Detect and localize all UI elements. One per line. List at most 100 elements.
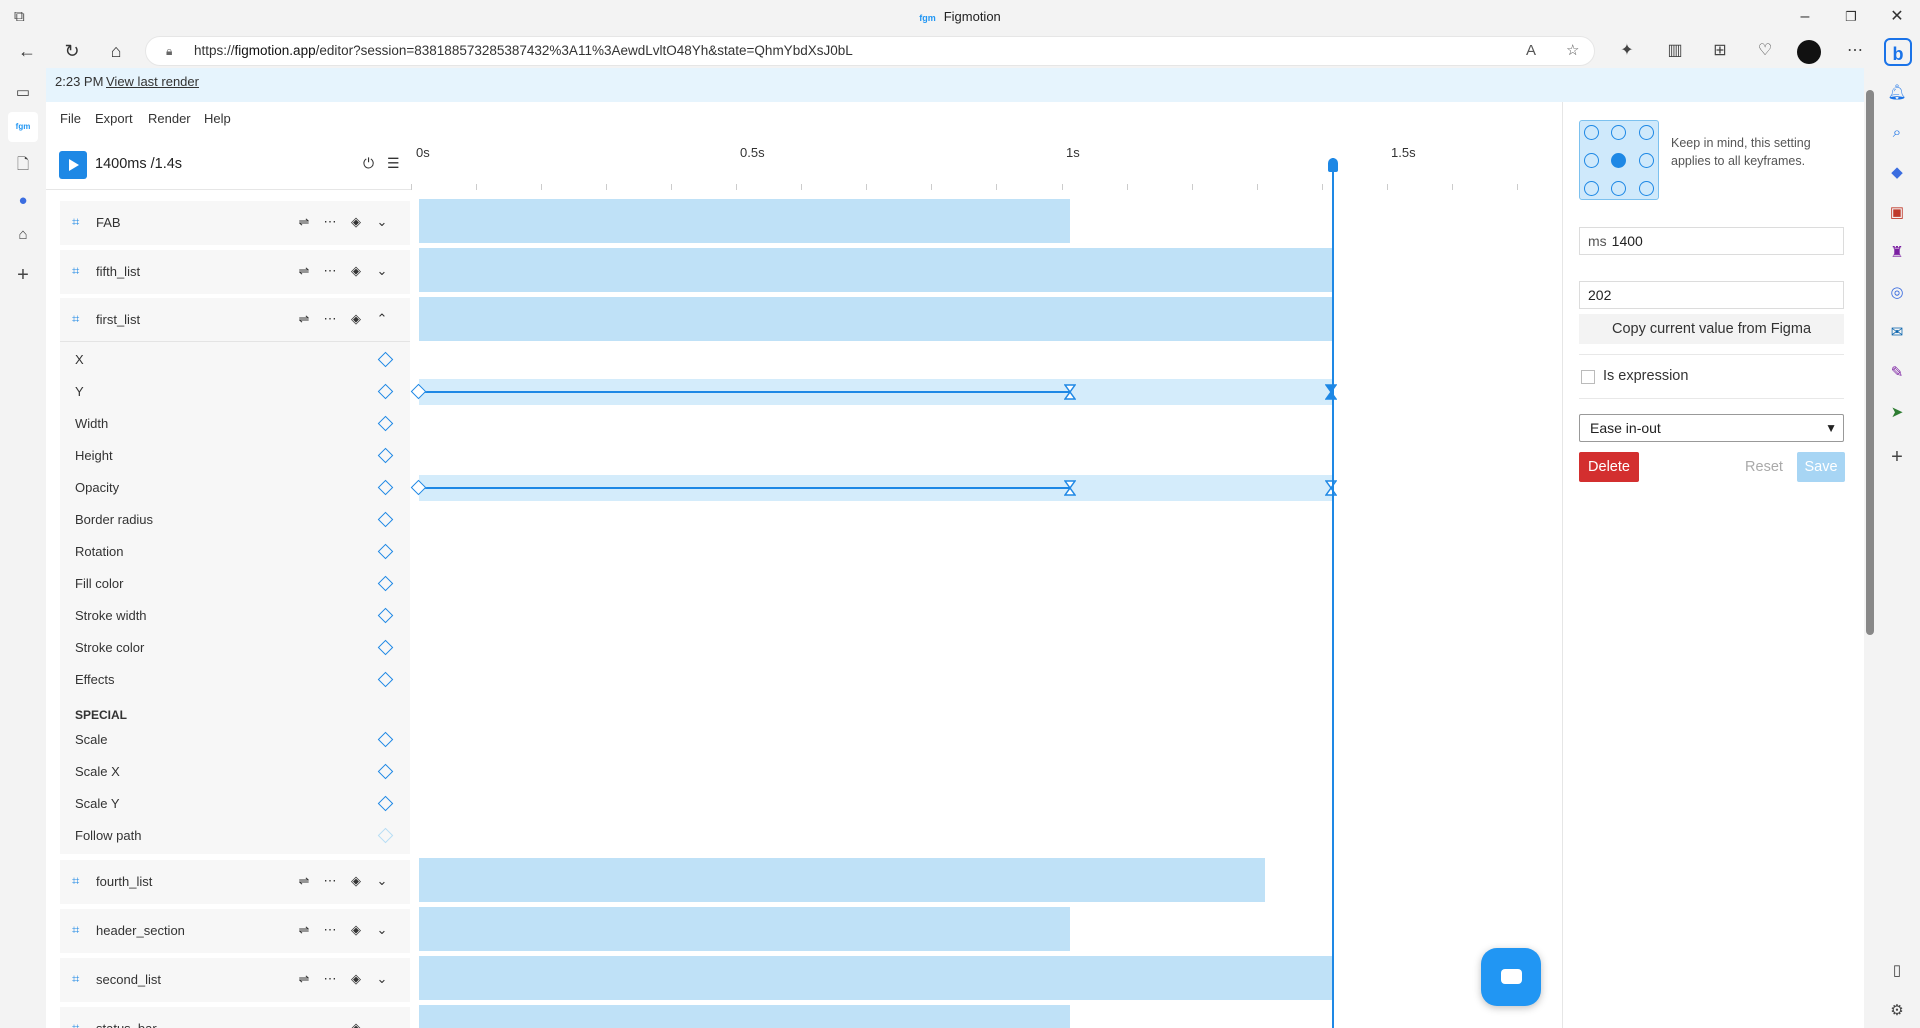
figmotion-tab-icon[interactable]: fgm	[8, 112, 38, 142]
layers-icon[interactable]: ◈	[348, 311, 364, 327]
timeline-ruler[interactable]: 0s 0.5s 1s 1.5s	[411, 136, 1562, 190]
sliders-icon[interactable]: ⇌	[296, 214, 312, 230]
designer-icon[interactable]: ✎	[1882, 358, 1912, 388]
minimize-button[interactable]: –	[1782, 0, 1828, 34]
layers-icon[interactable]: ◈	[348, 922, 364, 938]
transition-line-opacity[interactable]	[419, 487, 1070, 489]
property-row-border-radius[interactable]: Border radius	[60, 504, 410, 536]
is-expression-checkbox[interactable]	[1581, 370, 1595, 384]
layers-icon[interactable]: ◈	[348, 873, 364, 889]
layers-icon[interactable]: ◈	[348, 263, 364, 279]
property-row-follow-path[interactable]: Follow path	[60, 820, 410, 852]
timeline-bar-second-list[interactable]	[419, 956, 1332, 1000]
origin-dot-center[interactable]	[1611, 153, 1626, 168]
add-sidebar-icon[interactable]: +	[8, 260, 38, 290]
more-dots-icon[interactable]: ⋯	[322, 873, 338, 889]
keyframe-diamond-icon[interactable]	[377, 763, 394, 780]
layer-row-fourth-list[interactable]: ⌗ fourth_list ⇌ ⋯ ◈ ⌄	[60, 860, 410, 904]
timeline-bar-first-list[interactable]	[419, 297, 1332, 341]
keyframe-diamond-icon[interactable]	[377, 479, 394, 496]
more-dots-icon[interactable]: ⋯	[322, 311, 338, 327]
chevron-down-icon[interactable]: ⌄	[374, 971, 390, 987]
more-dots-icon[interactable]: ⋯	[322, 214, 338, 230]
playhead-line[interactable]	[1332, 158, 1334, 1028]
keyframe-hourglass-icon[interactable]	[1064, 384, 1076, 400]
keyframe-diamond-icon[interactable]	[377, 731, 394, 748]
home-icon[interactable]: ⌂	[99, 34, 133, 68]
property-row-effects[interactable]: Effects	[60, 664, 410, 696]
keyframe-diamond-icon[interactable]	[377, 575, 394, 592]
property-row-scale[interactable]: Scale	[60, 724, 410, 756]
sliders-icon[interactable]: ⇌	[296, 263, 312, 279]
delete-button[interactable]: Delete	[1579, 452, 1639, 482]
timeline-bar-fifth-list[interactable]	[419, 248, 1332, 292]
property-row-scale-x[interactable]: Scale X	[60, 756, 410, 788]
extensions-icon[interactable]: ✦	[1612, 34, 1642, 68]
keyframe-diamond-icon[interactable]	[377, 607, 394, 624]
layer-row-first-list[interactable]: ⌗ first_list ⇌ ⋯ ◈ ⌃	[60, 298, 410, 342]
menu-render[interactable]: Render	[148, 102, 191, 136]
url-field[interactable]: 🔒︎ https://figmotion.app/editor?session=…	[145, 36, 1595, 66]
property-row-height[interactable]: Height	[60, 440, 410, 472]
read-aloud-icon[interactable]: A	[1526, 37, 1536, 65]
save-button[interactable]: Save	[1797, 452, 1845, 482]
property-row-scale-y[interactable]: Scale Y	[60, 788, 410, 820]
keyframe-diamond-icon[interactable]	[377, 795, 394, 812]
playhead-handle[interactable]	[1328, 158, 1338, 172]
layer-row-fab[interactable]: ⌗ FAB ⇌ ⋯ ◈ ⌄	[60, 201, 410, 245]
keyframe-value-input[interactable]: 202	[1579, 281, 1844, 309]
chevron-down-icon[interactable]: ⌄	[374, 873, 390, 889]
transition-line-y[interactable]	[419, 391, 1070, 393]
property-row-fill-color[interactable]: Fill color	[60, 568, 410, 600]
layer-row-fifth-list[interactable]: ⌗ fifth_list ⇌ ⋯ ◈ ⌄	[60, 250, 410, 294]
sidebar-toggle-icon[interactable]: ▯	[1882, 956, 1912, 986]
property-row-y[interactable]: Y	[60, 376, 410, 408]
send-icon[interactable]: ➤	[1882, 398, 1912, 428]
keyframe-diamond-icon[interactable]	[377, 511, 394, 528]
chess-icon[interactable]: ♜	[1882, 238, 1912, 268]
chevron-down-icon[interactable]: ⌄	[374, 214, 390, 230]
easing-select[interactable]: Ease in-out ▼	[1579, 414, 1844, 442]
layer-row-second-list[interactable]: ⌗ second_list ⇌ ⋯ ◈ ⌄	[60, 958, 410, 1002]
collections-icon[interactable]: ⊞	[1705, 34, 1735, 68]
origin-dot-top-center[interactable]	[1611, 125, 1626, 140]
tag-icon[interactable]: ◆	[1882, 158, 1912, 188]
search-icon[interactable]: ⌕	[1882, 118, 1912, 148]
more-menu-icon[interactable]: ⋯	[1840, 34, 1870, 68]
timeline-bar-status-bar[interactable]	[419, 1005, 1070, 1028]
chevron-down-icon[interactable]: ⌄	[374, 263, 390, 279]
keyframe-diamond-icon[interactable]	[377, 447, 394, 464]
loop-icon[interactable]: ⏻	[363, 155, 374, 172]
origin-dot-top-right[interactable]	[1639, 125, 1654, 140]
keyframe-hourglass-icon[interactable]	[1064, 480, 1076, 496]
layer-row-status-bar[interactable]: ⌗ status_bar ◈	[60, 1007, 410, 1028]
view-last-render-link[interactable]: View last render	[106, 74, 199, 89]
sliders-icon[interactable]: ⇌	[296, 971, 312, 987]
timeline-bar-fourth-list[interactable]	[419, 858, 1265, 902]
reset-button[interactable]: Reset	[1739, 452, 1789, 482]
profile-avatar[interactable]	[1797, 40, 1821, 64]
origin-grid[interactable]	[1579, 120, 1659, 200]
refresh-icon[interactable]: ↻	[55, 34, 89, 68]
timeline-bar-header-section[interactable]	[419, 907, 1070, 951]
keyframe-hourglass-icon[interactable]	[1325, 480, 1337, 496]
keyframe-hourglass-selected-icon[interactable]	[1325, 384, 1337, 400]
back-arrow-icon[interactable]: ←	[10, 34, 44, 68]
sofa-icon[interactable]: ⌂	[8, 220, 38, 250]
origin-dot-middle-right[interactable]	[1639, 153, 1654, 168]
close-window-button[interactable]: ✕	[1874, 0, 1920, 34]
sliders-icon[interactable]: ⇌	[296, 873, 312, 889]
bell-icon[interactable]: 🔔︎	[1882, 78, 1912, 108]
keyframe-diamond-icon[interactable]	[377, 415, 394, 432]
sliders-icon[interactable]: ⇌	[296, 922, 312, 938]
restore-button[interactable]: ❐	[1828, 0, 1874, 34]
layer-row-header-section[interactable]: ⌗ header_section ⇌ ⋯ ◈ ⌄	[60, 909, 410, 953]
property-row-opacity[interactable]: Opacity	[60, 472, 410, 504]
origin-dot-bottom-right[interactable]	[1639, 181, 1654, 196]
split-screen-icon[interactable]: ▥	[1660, 34, 1690, 68]
keyframe-diamond-icon[interactable]	[377, 383, 394, 400]
more-dots-icon[interactable]: ⋯	[322, 971, 338, 987]
origin-dot-middle-left[interactable]	[1584, 153, 1599, 168]
more-dots-icon[interactable]: ⋯	[322, 922, 338, 938]
add-tool-icon[interactable]: +	[1882, 442, 1912, 472]
